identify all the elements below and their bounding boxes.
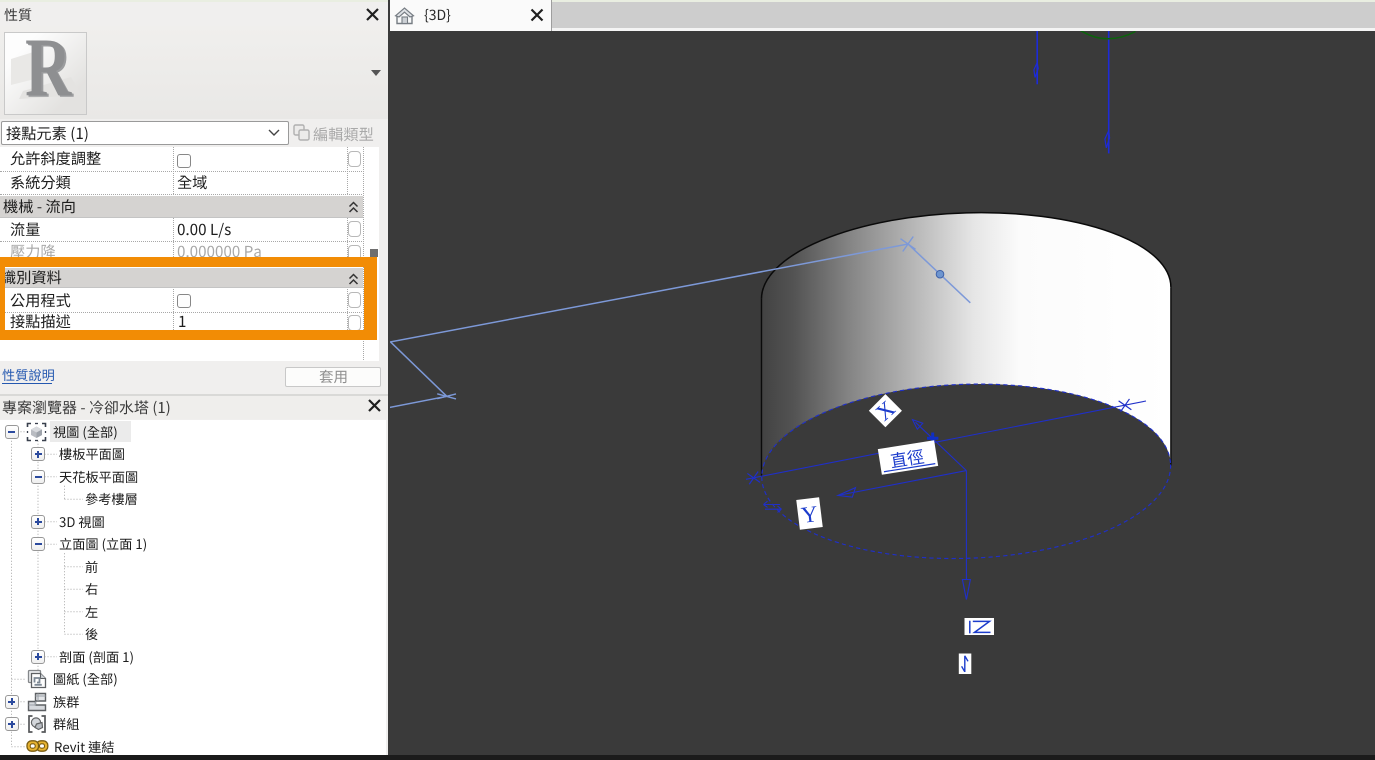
svg-text:R: R	[25, 33, 72, 114]
svg-text:Y: Y	[800, 501, 820, 528]
